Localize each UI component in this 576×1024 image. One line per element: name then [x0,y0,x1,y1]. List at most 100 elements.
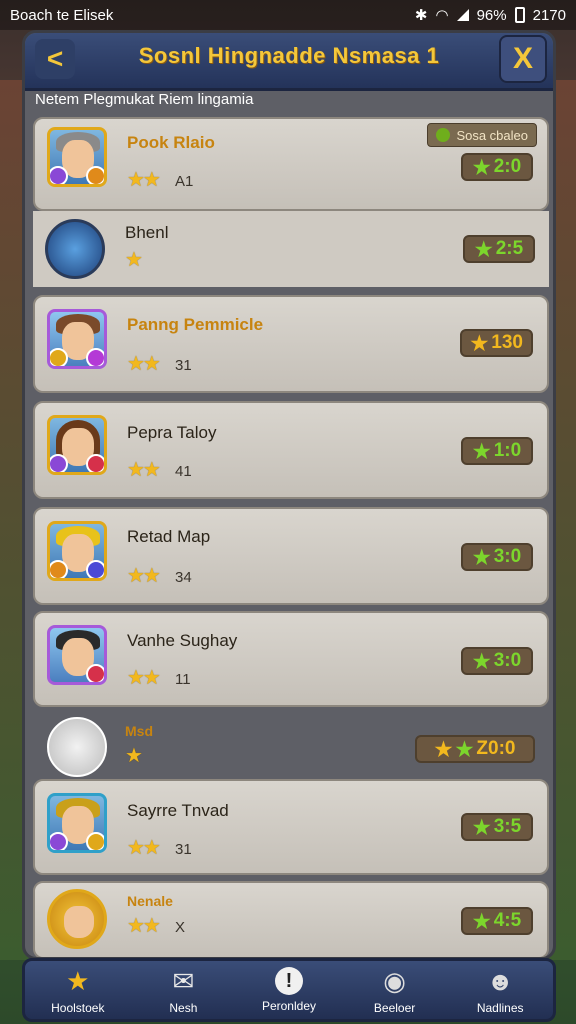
player-level: 34 [175,569,192,586]
list-item[interactable]: Bhenl ★ ★ 2:5 [33,211,549,287]
element-badge-icon [86,664,104,682]
page-title: Sosnl Hingnadde Nsmasa 1 [138,43,440,68]
star-rating: ★★ [127,169,161,191]
list-item[interactable]: Vanhe Sughay ★★ 11 ★ 3:0 [33,611,549,707]
nav-label: Hoolstoek [51,1001,105,1015]
star-icon: ★ [472,816,491,839]
wifi-icon: ◠ [435,7,449,24]
player-level: 31 [175,841,192,858]
class-badge-icon [50,560,68,578]
star-rating: ★★ [127,565,161,587]
star-icon: ★ [472,546,491,569]
battery-percent: 96% [476,6,507,24]
friends-icon: ◉ [383,965,406,996]
avatar [47,717,107,777]
player-name: Sayrre Tnvad [127,801,229,820]
list-item[interactable]: Retad Map ★★ 34 ★ 3:0 [33,507,549,605]
info-icon: ! [274,967,303,995]
element-badge-icon [86,454,104,472]
signal-icon [456,9,469,21]
star-icon: ★ [474,238,493,261]
star-icon: ★ [66,965,90,996]
mail-icon: ✉ [172,965,195,996]
star-rating: ★★ [127,915,161,937]
avatar [47,309,107,369]
nav-item-nesh[interactable]: ✉ Nesh [131,961,237,1019]
profile-icon: ☻ [486,965,514,996]
list-item[interactable]: Nenale ★★ X ★ 4:5 [33,881,549,957]
list-item[interactable]: Msd ★ ★ ★ Z0:0 [33,713,549,783]
player-name: Pepra Taloy [127,423,217,442]
score-badge: ★ 1:0 [461,437,533,465]
player-name: Bhenl [125,223,169,242]
avatar [47,415,107,475]
player-name: Retad Map [127,527,211,546]
star-rating: ★★ [127,837,161,859]
nav-label: Nadlines [476,1001,524,1015]
score-badge: ★ 2:5 [463,235,535,263]
nav-item-nadlines[interactable]: ☻ Nadlines [447,961,553,1019]
star-rating: ★ [125,745,143,767]
nav-label: Peronldey [261,999,316,1013]
status-bar: Boach te Elisek ✱ ◠ 96% 2170 [0,0,576,30]
battery-icon [514,7,525,23]
star-icon: ★ [472,910,491,933]
star-icon: ★ [472,650,491,673]
nav-item-hoolstoek[interactable]: ★ Hoolstoek [25,961,131,1019]
player-name: Nenale [127,893,173,909]
status-left-text: Boach te Elisek [10,6,114,24]
score-badge: ★ 2:0 [461,153,533,181]
avatar [47,793,107,853]
clock: 2170 [532,6,566,24]
star-icon: ★ [470,332,489,355]
star-icon: ★ [472,440,491,463]
element-badge-icon [86,832,104,850]
list-item[interactable]: Sayrre Tnvad ★★ 31 ★ 3:5 [33,779,549,875]
player-level: 31 [175,357,192,374]
avatar [47,127,107,187]
class-badge-icon [50,348,68,366]
star-rating: ★ [125,249,143,271]
nav-item-peronldey[interactable]: ! Peronldey [236,961,342,1019]
nav-item-beeloer[interactable]: ◉ Beeloer [342,961,448,1019]
leaderboard-panel: < Sosnl Hingnadde Nsmasa 1 X Netem Plegm… [22,30,556,960]
nav-label: Beeloer [373,1001,416,1015]
score-badge: ★ 4:5 [461,907,533,935]
bottom-nav: ★ Hoolstoek ✉ Nesh ! Peronldey ◉ Beeloer… [22,958,556,1022]
class-badge-icon [50,832,68,850]
nav-label: Nesh [169,1001,198,1015]
class-badge-icon [50,454,68,472]
player-name: Pook Rlaio [127,133,215,152]
element-badge-icon [86,166,104,184]
player-level: X [175,919,186,936]
status-badge: Sosa cbaleo [427,123,537,147]
list-item[interactable]: Pook Rlaio ★★ A1 Sosa cbaleo ★ 2:0 [33,117,549,211]
player-level: 41 [175,463,192,480]
score-badge: ★ 3:0 [461,647,533,675]
class-badge-icon [50,166,68,184]
star-rating: ★★ [127,459,161,481]
header-bar: < Sosnl Hingnadde Nsmasa 1 X [25,33,553,91]
bluetooth-icon: ✱ [414,7,428,24]
list-item[interactable]: Pepra Taloy ★★ 41 ★ 1:0 [33,401,549,499]
star-icon: ★ [434,738,453,761]
avatar [47,521,107,581]
score-badge: ★ 130 [460,329,533,357]
back-arrow-icon: < [46,43,64,74]
avatar [47,625,107,685]
list-item[interactable]: Panng Pemmicle ★★ 31 ★ 130 [33,295,549,393]
player-level: A1 [175,173,194,190]
panel-subtitle: Netem Plegmukat Riem lingamia [35,91,254,108]
close-button[interactable]: X [499,35,547,83]
close-icon: X [512,42,533,75]
star-rating: ★★ [127,353,161,375]
back-button[interactable]: < [35,39,75,79]
player-level: 11 [175,671,191,688]
star-icon: ★ [455,738,474,761]
avatar [47,889,107,949]
score-badge: ★ 3:0 [461,543,533,571]
star-rating: ★★ [127,667,161,689]
score-badge: ★ 3:5 [461,813,533,841]
player-name: Msd [125,723,153,739]
avatar [45,219,105,279]
